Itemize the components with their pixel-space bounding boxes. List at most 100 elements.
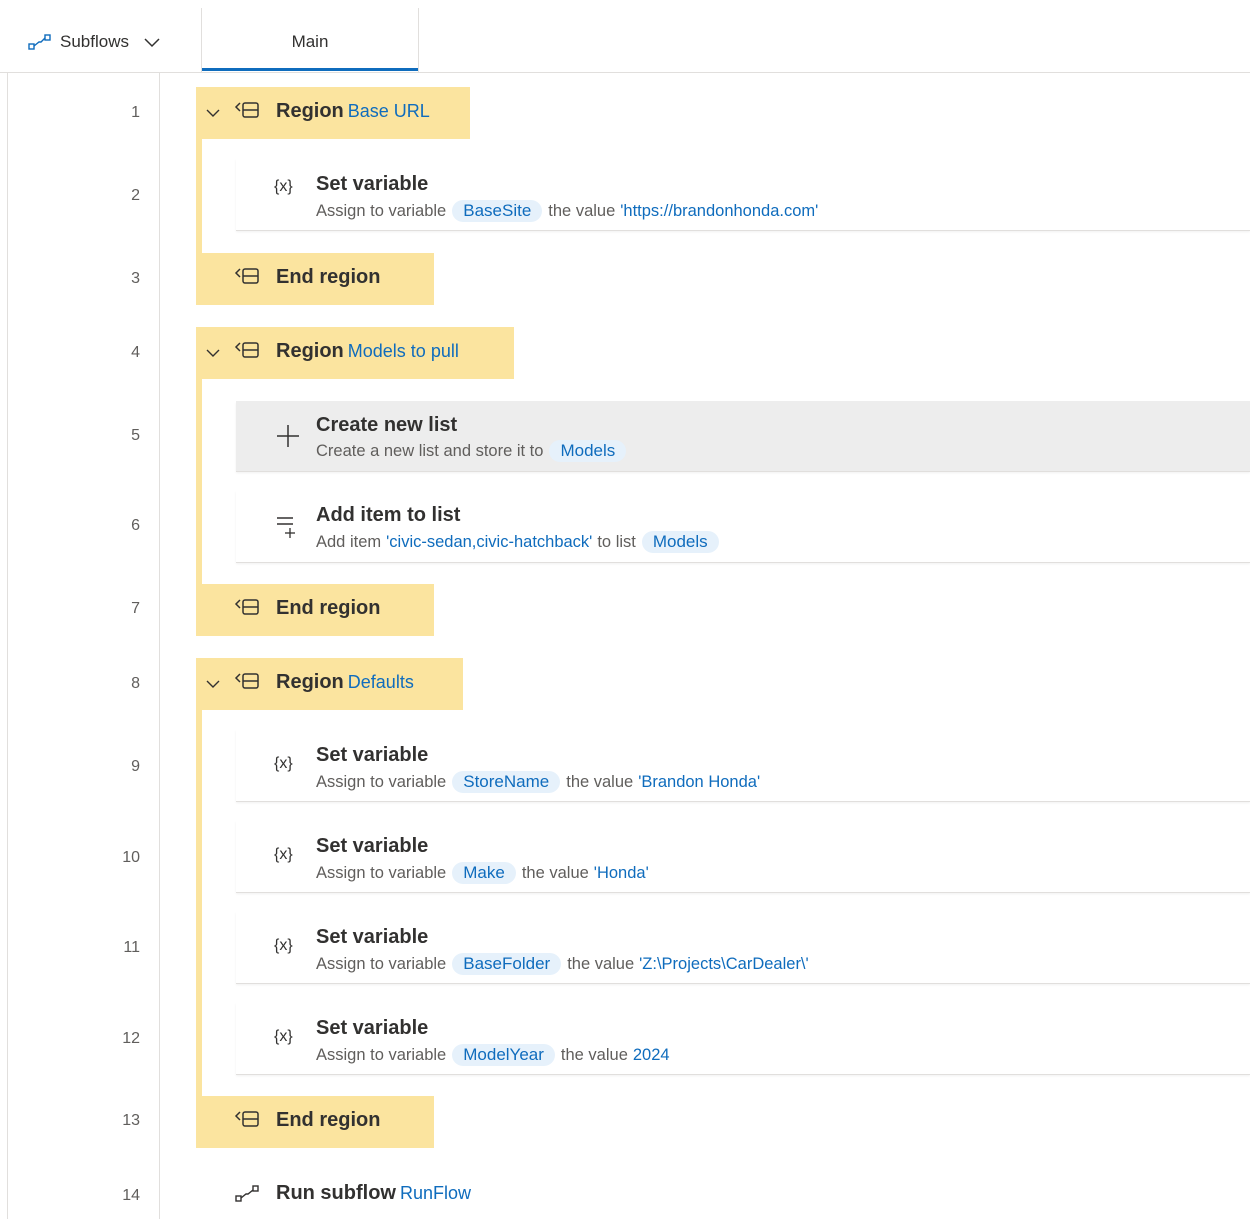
line-number: 6 <box>131 517 140 534</box>
action-set-variable-basesite[interactable]: {x} Set variable Assign to variable BaseS… <box>236 158 1250 230</box>
action-set-variable-basefolder[interactable]: {x} Set variable Assign to variable BaseF… <box>236 911 1250 983</box>
action-set-variable-modelyear[interactable]: {x} Set variable Assign to variable Model… <box>236 1002 1250 1074</box>
action-title: Set variable <box>316 835 429 857</box>
chevron-down-icon[interactable] <box>206 676 220 694</box>
region-bar <box>196 708 202 1100</box>
region-icon <box>234 672 262 699</box>
end-region-label: End region <box>276 597 381 619</box>
region-icon <box>234 267 262 294</box>
action-title: Create new list <box>316 414 458 436</box>
value-literal: 'Honda' <box>593 863 649 882</box>
chevron-down-icon[interactable] <box>206 345 220 363</box>
line-number: 3 <box>131 270 140 287</box>
subflows-label: Subflows <box>60 32 129 51</box>
value-literal: 'Z:\Projects\CarDealer\' <box>639 954 809 973</box>
add-to-list-icon <box>274 512 302 545</box>
subflows-dropdown[interactable]: Subflows <box>28 28 161 56</box>
desc-middle: the value <box>567 954 635 973</box>
region-end[interactable]: End region <box>196 1096 434 1148</box>
variable-icon: {x} <box>274 937 293 954</box>
end-region-label: End region <box>276 1109 381 1131</box>
active-tab-indicator <box>202 68 418 71</box>
region-icon <box>234 101 262 128</box>
action-run-subflow[interactable]: Run subflow RunFlow <box>196 1168 596 1220</box>
run-subflow-title: Run subflow RunFlow <box>276 1182 471 1205</box>
region-end[interactable]: End region <box>196 253 434 305</box>
desc-prefix: Add item <box>316 532 382 551</box>
action-create-new-list[interactable]: Create new list Create a new list and st… <box>236 401 1250 471</box>
line-number: 11 <box>123 939 140 956</box>
variable-icon: {x} <box>274 178 293 195</box>
run-subflow-label: Run subflow <box>276 1182 396 1204</box>
region-keyword: Region <box>276 671 344 693</box>
desc-prefix: Assign to variable <box>316 201 447 220</box>
tab-main[interactable]: Main <box>202 22 418 62</box>
region-title: Region Defaults <box>276 671 414 694</box>
region-keyword: Region <box>276 340 344 362</box>
chevron-down-icon[interactable] <box>206 105 220 123</box>
plus-icon <box>274 421 302 454</box>
desc-prefix: Create a new list and store it to <box>316 441 544 460</box>
action-title: Set variable <box>316 744 429 766</box>
line-number: 8 <box>131 675 140 692</box>
action-title: Set variable <box>316 1017 429 1039</box>
region-header-defaults[interactable]: Region Defaults <box>196 658 463 710</box>
gutter-separator <box>159 72 160 1219</box>
action-set-variable-make[interactable]: {x} Set variable Assign to variable Make t… <box>236 820 1250 892</box>
region-name: Defaults <box>347 672 414 692</box>
action-description: Assign to variable ModelYear the value 2024 <box>316 1044 670 1066</box>
line-number: 7 <box>131 600 140 617</box>
region-icon <box>234 1110 262 1137</box>
line-number: 1 <box>131 104 140 121</box>
end-region-label: End region <box>276 266 381 288</box>
toolbar: Subflows Main <box>0 0 1250 73</box>
line-number: 10 <box>122 849 140 866</box>
variable-icon: {x} <box>274 755 293 772</box>
action-description: Assign to variable StoreName the value 'Bra… <box>316 771 760 793</box>
value-literal: 2024 <box>632 1045 670 1064</box>
action-title: Add item to list <box>316 504 461 526</box>
chevron-down-icon <box>143 36 161 48</box>
desc-prefix: Assign to variable <box>316 1045 447 1064</box>
region-name: Base URL <box>347 101 430 121</box>
action-add-item-to-list[interactable]: Add item to list Add item'civic-sedan,ci… <box>236 490 1250 562</box>
action-title: Set variable <box>316 173 429 195</box>
variable-pill: Make <box>452 862 516 884</box>
region-header-base-url[interactable]: Region Base URL <box>196 87 470 139</box>
line-number: 14 <box>122 1187 140 1204</box>
action-description: Assign to variable BaseFolder the value 'Z:… <box>316 953 809 975</box>
region-name: Models to pull <box>347 341 459 361</box>
subflow-icon <box>234 1184 262 1209</box>
tab-divider <box>418 8 419 72</box>
variable-pill: ModelYear <box>452 1044 555 1066</box>
action-description: Assign to variable BaseSite the value'http… <box>316 200 818 222</box>
region-title: Region Base URL <box>276 100 430 123</box>
region-title: Region Models to pull <box>276 340 459 363</box>
left-border <box>7 72 8 1219</box>
variable-pill: BaseFolder <box>452 953 562 975</box>
desc-prefix: Assign to variable <box>316 863 447 882</box>
variable-icon: {x} <box>274 846 293 863</box>
subflow-name: RunFlow <box>399 1183 472 1203</box>
variable-pill: BaseSite <box>452 200 543 222</box>
line-number: 5 <box>131 427 140 444</box>
value-literal: 'https://brandonhonda.com' <box>620 201 819 220</box>
region-end[interactable]: End region <box>196 584 434 636</box>
region-icon <box>234 341 262 368</box>
action-set-variable-storename[interactable]: {x} Set variable Assign to variable Store… <box>236 729 1250 801</box>
action-description: Assign to variable Make the value 'Honda' <box>316 862 649 884</box>
desc-middle: the value <box>521 863 589 882</box>
value-literal: 'civic-sedan,civic-hatchback' <box>386 532 593 551</box>
line-number: 4 <box>131 344 140 361</box>
desc-prefix: Assign to variable <box>316 954 447 973</box>
desc-middle: to list <box>597 532 636 551</box>
region-header-models-to-pull[interactable]: Region Models to pull <box>196 327 514 379</box>
line-number: 13 <box>122 1112 140 1129</box>
region-bar <box>196 138 202 256</box>
value-literal: 'Brandon Honda' <box>638 772 761 791</box>
subflow-icon <box>28 33 52 51</box>
desc-middle: the value <box>566 772 634 791</box>
desc-middle: the value <box>548 201 616 220</box>
line-number: 9 <box>131 758 140 775</box>
desc-prefix: Assign to variable <box>316 772 447 791</box>
